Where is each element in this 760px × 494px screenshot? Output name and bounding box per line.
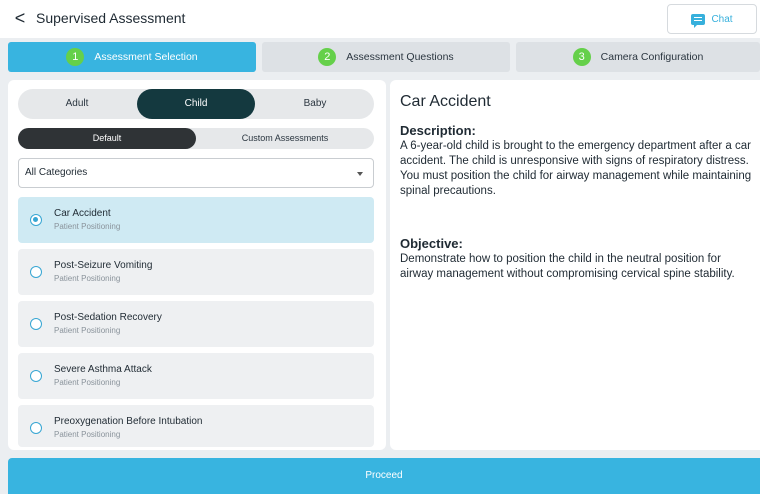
step-number: 2: [318, 48, 337, 66]
radio-button[interactable]: [30, 370, 42, 382]
step-label: Assessment Selection: [94, 51, 198, 63]
age-option-child[interactable]: Child: [137, 89, 255, 119]
age-option-baby[interactable]: Baby: [256, 89, 374, 119]
assessment-item[interactable]: Car Accident Patient Positioning: [18, 197, 374, 243]
detail-title: Car Accident: [400, 93, 491, 110]
age-group-selector: Adult Child Baby: [18, 89, 374, 119]
assessment-category: Patient Positioning: [54, 430, 121, 439]
assessment-title: Car Accident: [54, 208, 111, 219]
assessment-item[interactable]: Post-Sedation Recovery Patient Positioni…: [18, 301, 374, 347]
assessment-category: Patient Positioning: [54, 274, 121, 283]
objective-text: Demonstrate how to position the child in…: [400, 253, 735, 280]
objective-heading: Objective:: [400, 236, 463, 251]
chat-button[interactable]: Chat: [667, 4, 757, 34]
back-icon[interactable]: <: [10, 6, 30, 30]
chat-bubble-icon: [691, 13, 706, 28]
assessment-item[interactable]: Severe Asthma Attack Patient Positioning: [18, 353, 374, 399]
assessment-item[interactable]: Post-Seizure Vomiting Patient Positionin…: [18, 249, 374, 295]
category-dropdown-value: All Categories: [25, 167, 88, 178]
assessment-title: Post-Seizure Vomiting: [54, 260, 153, 271]
assessment-item[interactable]: Preoxygenation Before Intubation Patient…: [18, 405, 374, 447]
step-assessment-questions[interactable]: 2 Assessment Questions: [262, 42, 510, 72]
assessment-type-selector: Default Custom Assessments: [18, 128, 374, 149]
step-label: Assessment Questions: [346, 51, 454, 63]
description-text: A 6-year-old child is brought to the eme…: [400, 140, 752, 197]
assessment-title: Preoxygenation Before Intubation: [54, 416, 203, 427]
assessment-category: Patient Positioning: [54, 326, 121, 335]
radio-button[interactable]: [30, 422, 42, 434]
chat-button-label: Chat: [711, 13, 733, 25]
type-option-custom[interactable]: Custom Assessments: [196, 128, 374, 149]
assessment-detail-panel: Car Accident Description: A 6-year-old c…: [390, 80, 760, 450]
step-label: Camera Configuration: [600, 51, 704, 63]
step-assessment-selection[interactable]: 1 Assessment Selection: [8, 42, 256, 72]
step-number: 1: [66, 48, 85, 66]
top-bar: < Supervised Assessment Chat: [0, 0, 760, 38]
assessment-category: Patient Positioning: [54, 378, 121, 387]
radio-button[interactable]: [30, 266, 42, 278]
type-option-default[interactable]: Default: [18, 128, 196, 149]
proceed-button[interactable]: Proceed: [8, 458, 760, 494]
step-number: 3: [572, 48, 591, 66]
step-camera-configuration[interactable]: 3 Camera Configuration: [516, 42, 760, 72]
description-heading: Description:: [400, 123, 476, 138]
age-option-adult[interactable]: Adult: [18, 89, 136, 119]
caret-down-icon: [357, 172, 363, 176]
assessment-category: Patient Positioning: [54, 222, 121, 231]
radio-button[interactable]: [30, 214, 42, 226]
page-title: Supervised Assessment: [36, 10, 186, 26]
assessment-list-panel: Adult Child Baby Default Custom Assessme…: [8, 80, 386, 450]
category-dropdown[interactable]: All Categories: [18, 158, 374, 188]
assessment-title: Severe Asthma Attack: [54, 364, 152, 375]
assessment-title: Post-Sedation Recovery: [54, 312, 162, 323]
radio-button[interactable]: [30, 318, 42, 330]
